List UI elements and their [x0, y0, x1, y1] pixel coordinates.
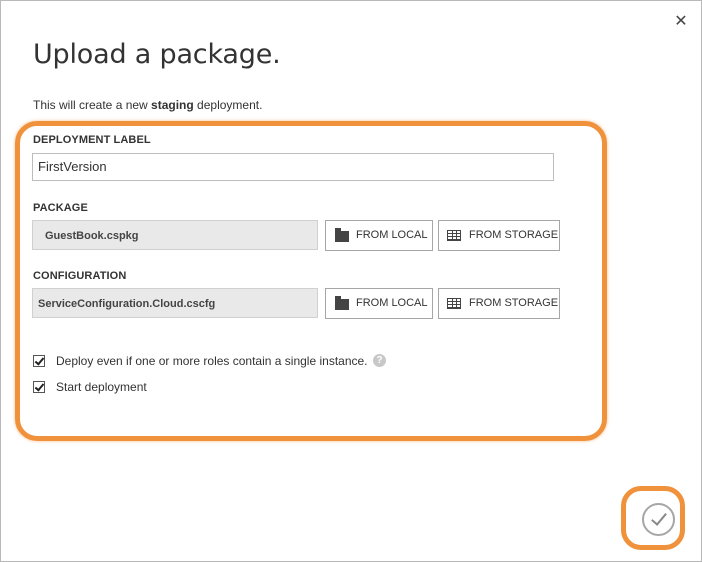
- single-instance-checkbox[interactable]: [33, 355, 45, 367]
- table-icon: [447, 230, 461, 241]
- subtitle-suffix: deployment.: [193, 98, 263, 112]
- deployment-label-input[interactable]: FirstVersion: [32, 153, 554, 181]
- package-file-field: GuestBook.cspkg: [32, 220, 318, 250]
- configuration-heading: CONFIGURATION: [33, 270, 127, 282]
- dialog-subtitle: This will create a new staging deploymen…: [33, 98, 262, 112]
- package-from-local-button[interactable]: FROM LOCAL: [325, 220, 433, 251]
- deployment-label-heading: DEPLOYMENT LABEL: [33, 134, 151, 146]
- configuration-from-local-label: FROM LOCAL: [356, 297, 428, 309]
- start-deployment-checkbox[interactable]: [33, 381, 45, 393]
- start-deployment-label: Start deployment: [56, 380, 147, 394]
- subtitle-prefix: This will create a new: [33, 98, 152, 112]
- help-icon[interactable]: ?: [373, 354, 386, 367]
- package-from-local-label: FROM LOCAL: [356, 229, 428, 241]
- configuration-from-local-button[interactable]: FROM LOCAL: [325, 288, 433, 319]
- package-from-storage-button[interactable]: FROM STORAGE: [438, 220, 560, 251]
- close-icon[interactable]: ✕: [672, 13, 690, 31]
- dialog-title: Upload a package.: [33, 39, 281, 70]
- folder-icon: [335, 296, 349, 310]
- upload-package-dialog: ✕ Upload a package. This will create a n…: [0, 0, 702, 562]
- configuration-from-storage-label: FROM STORAGE: [469, 297, 559, 309]
- package-from-storage-label: FROM STORAGE: [469, 229, 559, 241]
- configuration-from-storage-button[interactable]: FROM STORAGE: [438, 288, 560, 319]
- package-heading: PACKAGE: [33, 202, 88, 214]
- single-instance-label: Deploy even if one or more roles contain…: [56, 354, 368, 368]
- checkmark-icon[interactable]: [642, 503, 675, 536]
- subtitle-emphasis: staging: [151, 98, 194, 112]
- table-icon: [447, 298, 461, 309]
- configuration-file-field: ServiceConfiguration.Cloud.cscfg: [32, 288, 318, 318]
- folder-icon: [335, 228, 349, 242]
